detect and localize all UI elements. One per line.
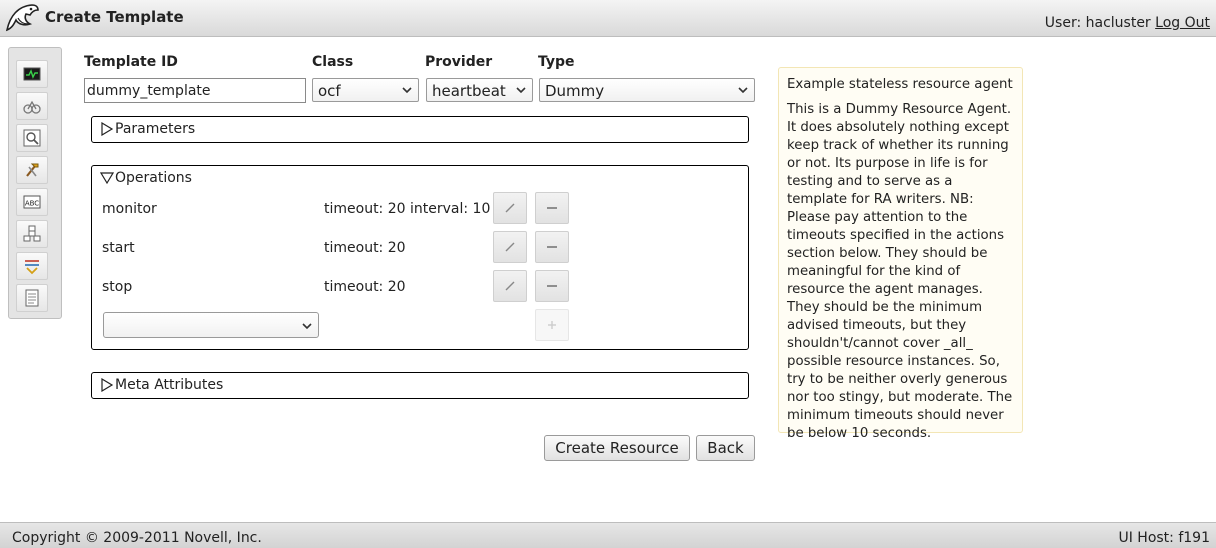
help-body: This is a Dummy Resource Agent. It does … (787, 102, 1013, 441)
operation-name: start (102, 240, 135, 256)
operations-title: Operations (115, 170, 192, 186)
sidebar-item-nodes[interactable] (16, 92, 48, 120)
help-panel: Example stateless resource agent This is… (778, 67, 1023, 441)
sidebar-item-explorer[interactable] (16, 124, 48, 152)
remove-operation-button[interactable] (535, 231, 569, 263)
type-label: Type (538, 54, 575, 70)
triangle-down-icon (100, 172, 114, 185)
chevron-down-icon (738, 87, 748, 94)
app-header: Create Template User: hacluster Log Out (0, 0, 1216, 37)
minus-icon (547, 246, 557, 248)
sidebar-item-reports[interactable] (16, 284, 48, 312)
plus-icon (548, 321, 556, 329)
user-area: User: hacluster Log Out (1045, 15, 1210, 31)
template-id-label: Template ID (84, 54, 178, 70)
operation-name: stop (102, 279, 133, 295)
type-select-value: Dummy (545, 82, 605, 100)
provider-label: Provider (425, 54, 493, 70)
logout-link[interactable]: Log Out (1155, 15, 1210, 31)
edit-operation-button[interactable] (493, 192, 527, 224)
remove-operation-button[interactable] (535, 270, 569, 302)
edit-operation-button[interactable] (493, 270, 527, 302)
provider-select-value: heartbeat (432, 82, 506, 100)
operations-section: Operations monitor timeout: 20 interval:… (91, 165, 749, 350)
parameters-toggle[interactable]: Parameters (100, 121, 195, 137)
provider-select[interactable]: heartbeat (426, 78, 533, 102)
footer: Copyright © 2009-2011 Novell, Inc. UI Ho… (0, 522, 1216, 548)
sidebar-item-templates[interactable]: ABC (16, 188, 48, 216)
pencil-icon (505, 242, 515, 252)
pencil-icon (505, 281, 515, 291)
class-select[interactable]: ocf (312, 78, 419, 102)
resources-icon (23, 225, 41, 242)
filter-icon (25, 260, 39, 275)
tools-icon (26, 163, 39, 177)
chevron-down-icon (402, 87, 412, 94)
chevron-down-icon (516, 87, 526, 94)
add-operation-select[interactable] (103, 312, 319, 338)
back-button[interactable]: Back (696, 435, 755, 461)
operations-toggle[interactable]: Operations (100, 170, 192, 186)
svg-text:ABC: ABC (25, 200, 39, 208)
class-label: Class (312, 54, 354, 70)
create-resource-button[interactable]: Create Resource (544, 435, 690, 461)
pencil-icon (505, 203, 515, 213)
remove-operation-button[interactable] (535, 192, 569, 224)
sidebar-item-constraints[interactable] (16, 252, 48, 280)
edit-operation-button[interactable] (493, 231, 527, 263)
triangle-right-icon (101, 378, 114, 392)
help-title: Example stateless resource agent (787, 77, 1013, 92)
parameters-section: Parameters (91, 116, 749, 143)
hawk-logo-icon (5, 4, 39, 32)
operation-detail: timeout: 20 interval: 10 (324, 201, 491, 217)
ui-host-text: UI Host: f191 (1118, 530, 1210, 546)
parameters-title: Parameters (115, 121, 196, 137)
monitor-icon (23, 67, 41, 81)
user-label: User: hacluster (1044, 15, 1151, 31)
meta-attributes-section: Meta Attributes (91, 372, 749, 399)
meta-attributes-toggle[interactable]: Meta Attributes (100, 377, 223, 393)
template-id-input[interactable] (84, 78, 306, 103)
operation-detail: timeout: 20 (324, 240, 406, 256)
abc-icon: ABC (23, 195, 41, 209)
operation-detail: timeout: 20 (324, 279, 406, 295)
class-select-value: ocf (318, 82, 341, 100)
sidebar-item-tools[interactable] (16, 156, 48, 184)
type-select[interactable]: Dummy (539, 78, 755, 102)
sidebar-item-status[interactable] (16, 60, 48, 88)
copyright-text: Copyright © 2009-2011 Novell, Inc. (12, 530, 262, 546)
nodes-icon (23, 100, 41, 114)
add-operation-button[interactable] (535, 309, 569, 341)
chevron-down-icon (302, 323, 312, 330)
minus-icon (547, 207, 557, 209)
document-icon (25, 289, 39, 307)
sidebar: ABC (8, 47, 62, 319)
triangle-right-icon (101, 122, 114, 136)
sidebar-item-resources[interactable] (16, 220, 48, 248)
minus-icon (547, 285, 557, 287)
meta-attributes-title: Meta Attributes (115, 377, 224, 393)
page-title: Create Template (45, 8, 184, 26)
search-icon (23, 129, 41, 147)
operation-name: monitor (102, 201, 157, 217)
